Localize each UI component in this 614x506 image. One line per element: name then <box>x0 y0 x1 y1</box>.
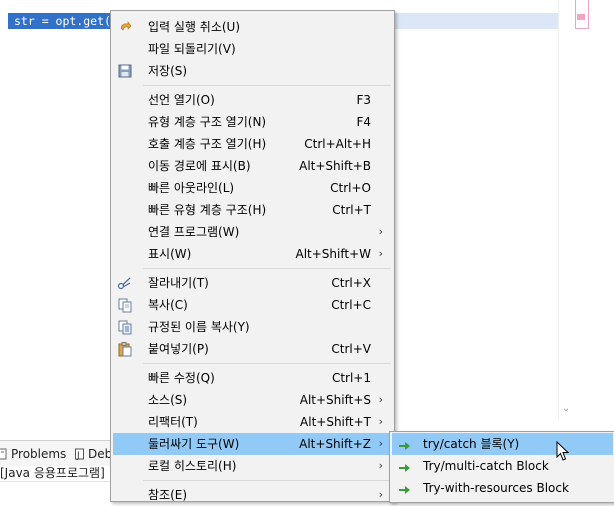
copy-icon <box>117 297 133 313</box>
menu-item-save[interactable]: 저장(S) <box>113 60 392 82</box>
menu-item-label: 빠른 유형 계층 구조(H) <box>148 203 267 217</box>
menu-item-label: 연결 프로그램(W) <box>148 225 240 239</box>
menu-item-label: 호출 계층 구조 열기(H) <box>148 137 267 151</box>
menu-item-open-call-hierarchy[interactable]: 호출 계층 구조 열기(H) Ctrl+Alt+H <box>113 133 392 155</box>
menu-item-shortcut: F3 <box>356 93 371 107</box>
menu-item-shortcut: Ctrl+O <box>330 181 371 195</box>
menu-item-paste[interactable]: 붙여넣기(P) Ctrl+V <box>113 338 392 360</box>
menu-item-label: 참조(E) <box>148 488 188 502</box>
svg-text:J: J <box>76 451 80 460</box>
menu-item-label: 규정된 이름 복사(Y) <box>148 320 250 334</box>
submenu-item-try-multi-catch[interactable]: Try/multi-catch Block <box>392 455 613 477</box>
scroll-down-icon[interactable]: ⌄ <box>559 402 573 416</box>
menu-item-label: 잘라내기(T) <box>148 276 209 290</box>
menu-item-show-in-breadcrumb[interactable]: 이동 경로에 표시(B) Alt+Shift+B <box>113 155 392 177</box>
surround-with-submenu: try/catch 블록(Y) Try/multi-catch Block Tr… <box>389 431 614 503</box>
chevron-right-icon: › <box>378 225 383 238</box>
tab-problems-label: Problems <box>11 447 67 461</box>
overview-ruler[interactable] <box>572 0 614 420</box>
menu-item-label: 유형 계층 구조 열기(N) <box>148 115 267 129</box>
menu-item-label: 복사(C) <box>148 298 188 312</box>
tab-debug[interactable]: J Deb <box>75 445 112 463</box>
mouse-pointer-icon <box>556 440 570 463</box>
error-marker[interactable] <box>577 14 585 20</box>
tab-debug-label: Deb <box>88 447 113 461</box>
menu-item-shortcut: Ctrl+Alt+H <box>304 137 371 151</box>
save-icon <box>117 63 133 79</box>
chevron-right-icon: › <box>378 247 383 260</box>
menu-item-shortcut: Alt+Shift+W <box>295 247 372 261</box>
menu-item-undo[interactable]: 입력 실행 취소(U) <box>113 16 392 38</box>
menu-separator <box>143 480 391 481</box>
menu-separator <box>143 268 391 269</box>
menu-item-quick-outline[interactable]: 빠른 아웃라인(L) Ctrl+O <box>113 177 392 199</box>
menu-item-label: 선언 열기(O) <box>148 93 215 107</box>
menu-item-label: 저장(S) <box>148 64 188 78</box>
chevron-right-icon: › <box>378 437 383 450</box>
menu-item-revert-file[interactable]: 파일 되돌리기(V) <box>113 38 392 60</box>
chevron-right-icon: › <box>378 415 383 428</box>
menu-item-copy[interactable]: 복사(C) Ctrl+C <box>113 294 392 316</box>
menu-item-shortcut: Ctrl+T <box>332 203 371 217</box>
menu-item-shortcut: Alt+Shift+Z <box>299 437 371 451</box>
menu-item-local-history[interactable]: 로컬 히스토리(H) › <box>113 455 392 477</box>
javadoc-icon: J <box>75 447 85 461</box>
undo-icon <box>117 19 133 35</box>
menu-item-refactor[interactable]: 리팩터(T) Alt+Shift+T › <box>113 411 392 433</box>
menu-item-open-type-hierarchy[interactable]: 유형 계층 구조 열기(N) F4 <box>113 111 392 133</box>
menu-item-shortcut: Ctrl+V <box>331 342 371 356</box>
chevron-right-icon: › <box>378 459 383 472</box>
menu-item-shortcut: Alt+Shift+B <box>299 159 371 173</box>
surround-icon <box>398 480 412 496</box>
menu-item-label: 빠른 아웃라인(L) <box>148 181 235 195</box>
copy-qualified-icon <box>117 319 133 335</box>
surround-icon <box>398 436 412 452</box>
menu-item-shortcut: Ctrl+X <box>331 276 371 290</box>
submenu-item-label: try/catch 블록(Y) <box>423 437 520 451</box>
menu-separator <box>143 363 391 364</box>
menu-item-surround-with[interactable]: 둘러싸기 도구(W) Alt+Shift+Z › <box>113 433 392 455</box>
chevron-right-icon: › <box>378 393 383 406</box>
menu-item-label: 이동 경로에 표시(B) <box>148 159 251 173</box>
menu-separator <box>143 85 391 86</box>
problems-icon <box>0 447 8 460</box>
menu-item-quick-fix[interactable]: 빠른 수정(Q) Ctrl+1 <box>113 367 392 389</box>
console-process-label: [Java 응용프로그램] <box>0 466 110 480</box>
cut-icon <box>117 275 133 291</box>
menu-item-source[interactable]: 소스(S) Alt+Shift+S › <box>113 389 392 411</box>
vertical-scrollbar[interactable] <box>558 0 573 420</box>
chevron-right-icon: › <box>378 488 383 501</box>
menu-item-label: 빠른 수정(Q) <box>148 371 215 385</box>
menu-item-open-with[interactable]: 연결 프로그램(W) › <box>113 221 392 243</box>
menu-item-label: 소스(S) <box>148 393 188 407</box>
submenu-item-try-catch[interactable]: try/catch 블록(Y) <box>392 433 613 455</box>
menu-item-label: 둘러싸기 도구(W) <box>148 437 240 451</box>
paste-icon <box>117 341 133 357</box>
menu-item-shortcut: Alt+Shift+S <box>299 393 371 407</box>
menu-item-copy-qualified-name[interactable]: 규정된 이름 복사(Y) <box>113 316 392 338</box>
menu-item-label: 로컬 히스토리(H) <box>148 459 237 473</box>
surround-icon <box>398 458 412 474</box>
menu-item-shortcut: Ctrl+1 <box>331 371 371 385</box>
menu-item-show-in[interactable]: 표시(W) Alt+Shift+W › <box>113 243 392 265</box>
menu-item-label: 파일 되돌리기(V) <box>148 42 236 56</box>
menu-item-cut[interactable]: 잘라내기(T) Ctrl+X <box>113 272 392 294</box>
menu-item-label: 입력 실행 취소(U) <box>148 20 241 34</box>
menu-item-open-declaration[interactable]: 선언 열기(O) F3 <box>113 89 392 111</box>
menu-item-label: 표시(W) <box>148 247 192 261</box>
menu-item-label: 붙여넣기(P) <box>148 342 209 356</box>
menu-item-quick-type-hierarchy[interactable]: 빠른 유형 계층 구조(H) Ctrl+T <box>113 199 392 221</box>
menu-item-label: 리팩터(T) <box>148 415 198 429</box>
submenu-item-label: Try/multi-catch Block <box>423 459 549 473</box>
tab-problems[interactable]: Problems <box>0 445 66 463</box>
menu-item-shortcut: Ctrl+C <box>331 298 371 312</box>
selected-code[interactable]: str = opt.get( <box>8 13 113 29</box>
menu-item-references[interactable]: 참조(E) › <box>113 484 392 506</box>
menu-item-shortcut: Alt+Shift+T <box>300 415 371 429</box>
menu-item-shortcut: F4 <box>356 115 371 129</box>
context-menu: 입력 실행 취소(U) 파일 되돌리기(V) 저장(S) 선언 열기(O) F3… <box>110 10 395 502</box>
